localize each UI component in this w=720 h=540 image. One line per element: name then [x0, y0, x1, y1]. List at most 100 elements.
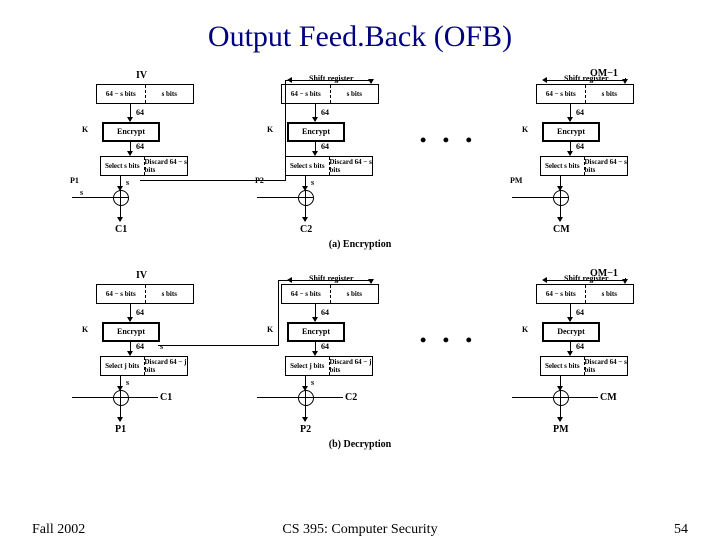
select-discard-box: Select j bits Discard 64 − j bits [285, 356, 373, 376]
shift-register: 64 − s bits s bits [96, 284, 194, 304]
shift-left-cell: 64 − s bits [282, 85, 331, 103]
caption-encryption: (a) Encryption [60, 239, 660, 250]
encrypt-box: Encrypt [102, 122, 160, 142]
shift-left-cell: 64 − s bits [537, 285, 586, 303]
decryption-panel: IV 64 − s bits s bits 64 K Encrypt 64 s … [60, 270, 660, 450]
encrypt-box: Encrypt [542, 122, 600, 142]
select-discard-box: Select s bits Discard 64 − s bits [100, 156, 188, 176]
shift-label: Shift register [309, 74, 354, 83]
s-label: s [311, 378, 314, 387]
decrypt-box: Decrypt [542, 322, 600, 342]
select-discard-box: Select s bits Discard 64 − s bits [540, 356, 628, 376]
shift-right-cell: s bits [146, 285, 194, 303]
C1-label: C1 [115, 224, 127, 235]
slide-title: Output Feed.Back (OFB) [0, 0, 720, 54]
s-label: s [311, 178, 314, 187]
bits-64-label: 64 [576, 108, 584, 117]
select-discard-box: Select s bits Discard 64 − s bits [285, 156, 373, 176]
discard-cell: Discard 64 − j bits [330, 357, 373, 375]
xor-icon [553, 190, 569, 206]
s-out-label: s [160, 342, 163, 351]
C1-label: C1 [160, 392, 172, 403]
discard-cell: Discard 64 − s bits [330, 157, 373, 175]
P1-label: P1 [70, 176, 79, 185]
shift-left-cell: 64 − s bits [282, 285, 331, 303]
caption-decryption: (b) Decryption [60, 439, 660, 450]
encrypt-box: Encrypt [102, 322, 160, 342]
shift-register: 64 − s bits s bits [281, 284, 379, 304]
select-cell: Select s bits [541, 157, 585, 175]
bits-64-label-2: 64 [576, 342, 584, 351]
K-label: K [82, 125, 88, 134]
select-cell: Select j bits [286, 357, 330, 375]
ellipsis-icon: • • • [420, 130, 478, 151]
K-label: K [267, 125, 273, 134]
C2-label: C2 [345, 392, 357, 403]
C2-label: C2 [300, 224, 312, 235]
bits-64-label: 64 [136, 108, 144, 117]
bits-64-label-2: 64 [136, 142, 144, 151]
shift-right-cell: s bits [331, 285, 379, 303]
iv-label: IV [136, 270, 147, 281]
shift-left-cell: 64 − s bits [537, 85, 586, 103]
P1-label: P1 [115, 424, 126, 435]
discard-cell: Discard 64 − s bits [145, 157, 188, 175]
select-cell: Select s bits [541, 357, 585, 375]
bits-64-label: 64 [321, 308, 329, 317]
footer-page: 54 [674, 522, 688, 538]
bits-64-label: 64 [136, 308, 144, 317]
select-cell: Select s bits [101, 157, 145, 175]
ellipsis-icon: • • • [420, 330, 478, 351]
discard-cell: Discard 64 − j bits [145, 357, 188, 375]
shift-label: Shift register [309, 274, 354, 283]
bits-64-label-2: 64 [321, 142, 329, 151]
dec-stage-2: Shift register 64 − s bits s bits 64 K E… [245, 270, 395, 440]
shift-label: Shift register [564, 274, 609, 283]
K-label: K [522, 125, 528, 134]
select-discard-box: Select j bits Discard 64 − j bits [100, 356, 188, 376]
dec-stage-M: OM−1 Shift register 64 − s bits s bits 6… [500, 270, 650, 440]
shift-label: Shift register [564, 74, 609, 83]
CM-label: CM [600, 392, 617, 403]
select-cell: Select j bits [101, 357, 145, 375]
shift-right-cell: s bits [331, 85, 379, 103]
xor-icon [113, 190, 129, 206]
shift-register: 64 − s bits s bits [536, 84, 634, 104]
footer-course: CS 395: Computer Security [0, 522, 720, 538]
xor-icon [113, 390, 129, 406]
shift-register: 64 − s bits s bits [96, 84, 194, 104]
K-label: K [522, 325, 528, 334]
bits-64-label-2: 64 [136, 342, 144, 351]
encryption-panel: IV 64 − s bits s bits 64 K Encrypt 64 Se… [60, 70, 660, 250]
s-label-2: s [80, 188, 83, 197]
s-label: s [126, 178, 129, 187]
encrypt-box: Encrypt [287, 122, 345, 142]
enc-stage-M: OM−1 Shift register 64 − s bits s bits 6… [500, 70, 650, 240]
shift-right-cell: s bits [586, 85, 634, 103]
bits-64-label: 64 [321, 108, 329, 117]
shift-right-cell: s bits [586, 285, 634, 303]
P2-label: P2 [300, 424, 311, 435]
shift-left-cell: 64 − s bits [97, 85, 146, 103]
dec-stage-1: IV 64 − s bits s bits 64 K Encrypt 64 s … [60, 270, 210, 440]
diagram: IV 64 − s bits s bits 64 K Encrypt 64 Se… [60, 70, 660, 450]
encrypt-box: Encrypt [287, 322, 345, 342]
s-label: s [126, 378, 129, 387]
K-label: K [267, 325, 273, 334]
shift-register: 64 − s bits s bits [281, 84, 379, 104]
shift-right-cell: s bits [146, 85, 194, 103]
enc-stage-1: IV 64 − s bits s bits 64 K Encrypt 64 Se… [60, 70, 210, 240]
select-discard-box: Select s bits Discard 64 − s bits [540, 156, 628, 176]
xor-icon [553, 390, 569, 406]
shift-register: 64 − s bits s bits [536, 284, 634, 304]
K-label: K [82, 325, 88, 334]
PM-label: PM [553, 424, 569, 435]
iv-label: IV [136, 70, 147, 81]
bits-64-label: 64 [576, 308, 584, 317]
bits-64-label-2: 64 [576, 142, 584, 151]
enc-stage-2: Shift register 64 − s bits s bits 64 K E… [245, 70, 395, 240]
discard-cell: Discard 64 − s bits [585, 157, 628, 175]
bits-64-label-2: 64 [321, 342, 329, 351]
CM-label: CM [553, 224, 570, 235]
discard-cell: Discard 64 − s bits [585, 357, 628, 375]
